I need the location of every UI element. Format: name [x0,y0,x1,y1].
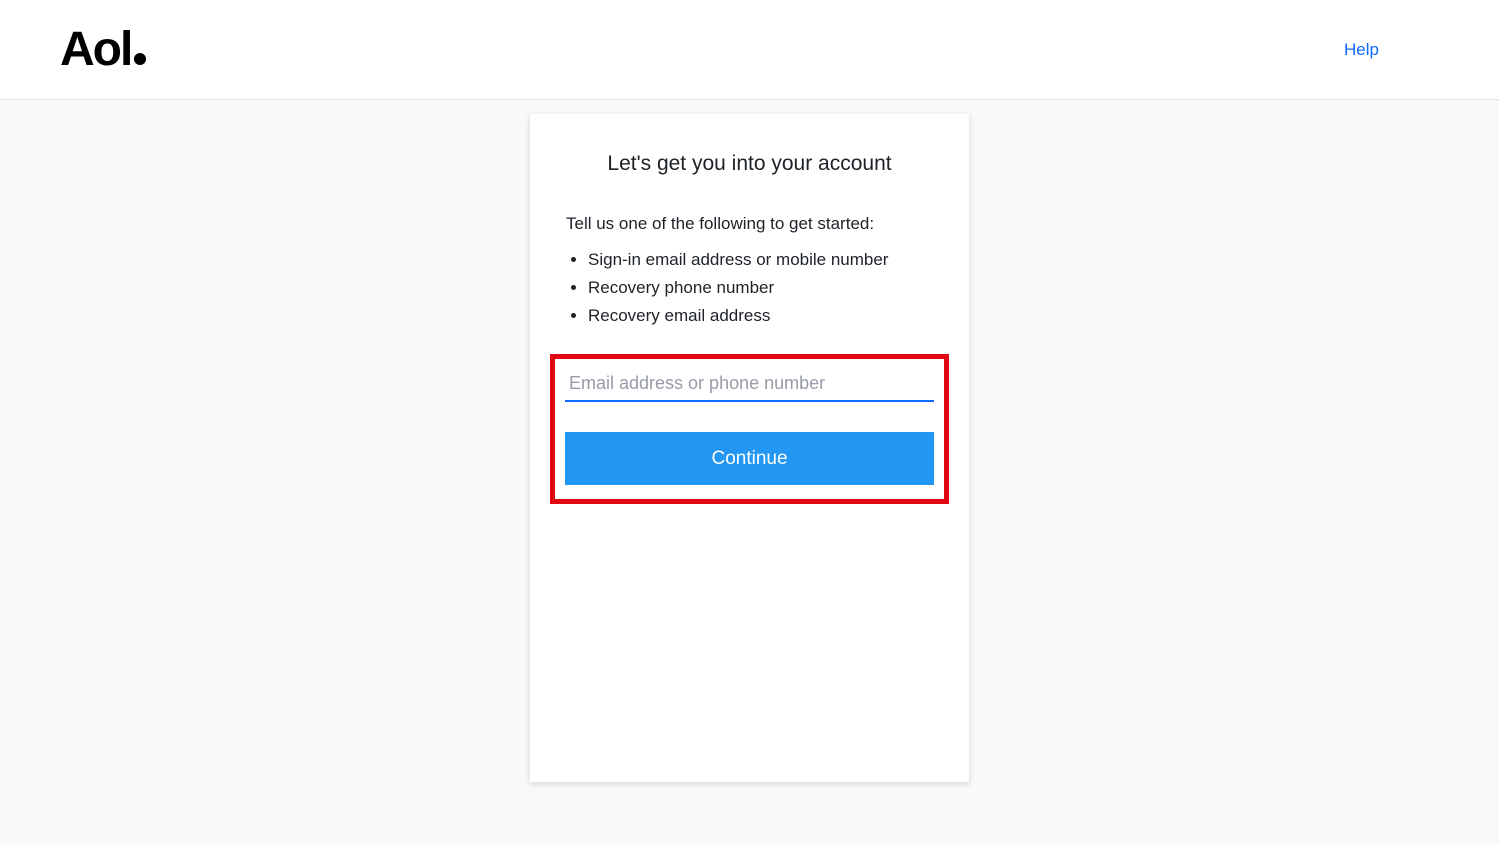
help-link[interactable]: Help [1344,40,1379,60]
header: Aol Help [0,0,1499,100]
email-or-phone-input[interactable] [565,365,934,402]
recovery-options-list: Sign-in email address or mobile number R… [566,246,933,330]
list-item: Recovery phone number [588,274,933,302]
main-container: Let's get you into your account Tell us … [0,100,1499,782]
list-item: Recovery email address [588,302,933,330]
logo-text: Aol [60,22,131,77]
aol-logo: Aol [60,22,146,77]
card-title: Let's get you into your account [566,152,933,176]
account-recovery-card: Let's get you into your account Tell us … [530,114,969,782]
highlighted-form-area: Continue [550,354,949,504]
instruction-text: Tell us one of the following to get star… [566,214,933,234]
continue-button[interactable]: Continue [565,432,934,485]
list-item: Sign-in email address or mobile number [588,246,933,274]
logo-dot-icon [134,53,146,65]
